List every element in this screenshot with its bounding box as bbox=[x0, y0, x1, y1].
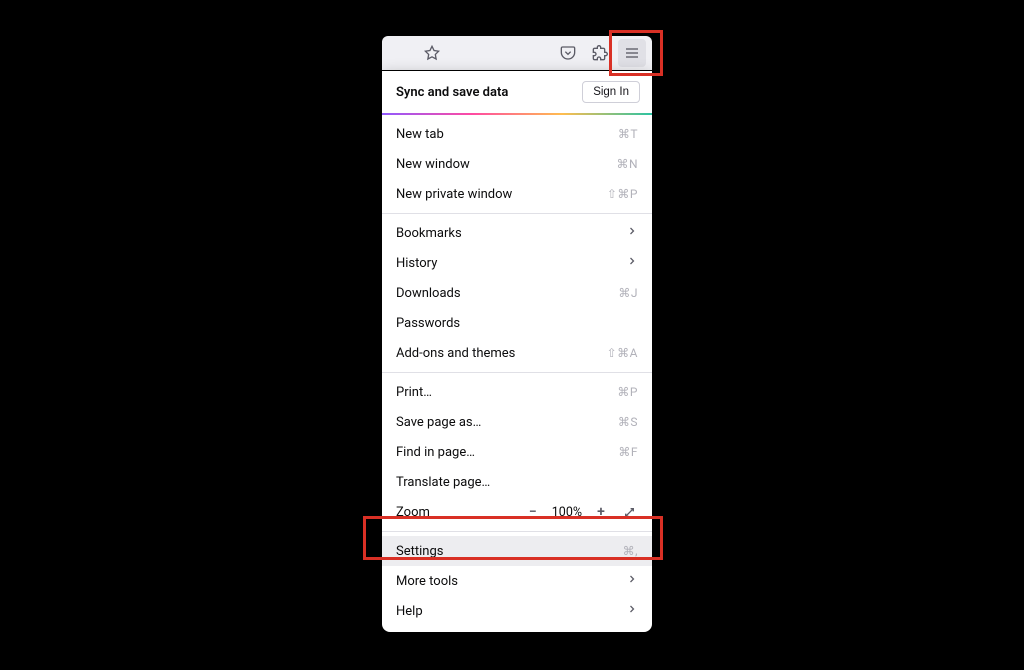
menu-item-label: More tools bbox=[396, 574, 458, 589]
bookmark-star-icon[interactable] bbox=[418, 39, 446, 67]
zoom-controls: − 100% + bbox=[524, 503, 638, 521]
divider bbox=[382, 531, 652, 532]
menu-item-label: New tab bbox=[396, 127, 444, 142]
menu-item-translate[interactable]: Translate page… bbox=[382, 467, 652, 497]
menu-item-label: New private window bbox=[396, 187, 512, 202]
menu-item-new-tab[interactable]: New tab ⌘T bbox=[382, 119, 652, 149]
extensions-icon[interactable] bbox=[586, 39, 614, 67]
shortcut: ⇧⌘P bbox=[607, 187, 638, 201]
menu-item-help[interactable]: Help bbox=[382, 596, 652, 626]
menu-item-find[interactable]: Find in page… ⌘F bbox=[382, 437, 652, 467]
menu-item-label: Translate page… bbox=[396, 475, 490, 490]
chevron-right-icon bbox=[626, 573, 638, 589]
pocket-icon[interactable] bbox=[554, 39, 582, 67]
shortcut: ⌘T bbox=[618, 127, 638, 141]
shortcut: ⌘P bbox=[617, 385, 638, 399]
menu-item-label: Save page as… bbox=[396, 415, 481, 430]
chevron-right-icon bbox=[626, 225, 638, 241]
divider bbox=[382, 372, 652, 373]
menu-item-label: Find in page… bbox=[396, 445, 475, 460]
shortcut: ⌘N bbox=[616, 157, 638, 171]
menu-item-new-window[interactable]: New window ⌘N bbox=[382, 149, 652, 179]
menu-item-label: Print… bbox=[396, 385, 432, 400]
menu-item-history[interactable]: History bbox=[382, 248, 652, 278]
sync-title: Sync and save data bbox=[396, 85, 508, 100]
menu-header: Sync and save data Sign In bbox=[382, 71, 652, 113]
menu-item-settings[interactable]: Settings ⌘, bbox=[382, 536, 652, 566]
menu-item-label: Settings bbox=[396, 544, 443, 559]
shortcut: ⌘S bbox=[618, 415, 638, 429]
chevron-right-icon bbox=[626, 603, 638, 619]
browser-toolbar bbox=[382, 36, 652, 70]
menu-item-label: Passwords bbox=[396, 316, 460, 331]
menu-item-label: History bbox=[396, 256, 437, 271]
zoom-value: 100% bbox=[552, 505, 582, 520]
menu-item-more-tools[interactable]: More tools bbox=[382, 566, 652, 596]
application-menu: Sync and save data Sign In New tab ⌘T Ne… bbox=[382, 71, 652, 632]
menu-item-label: Help bbox=[396, 604, 423, 619]
menu-item-bookmarks[interactable]: Bookmarks bbox=[382, 218, 652, 248]
menu-item-label: Add-ons and themes bbox=[396, 346, 515, 361]
shortcut: ⇧⌘A bbox=[607, 346, 638, 360]
shortcut: ⌘J bbox=[618, 286, 638, 300]
menu-item-label: Downloads bbox=[396, 286, 461, 301]
menu-item-print[interactable]: Print… ⌘P bbox=[382, 377, 652, 407]
menu-item-passwords[interactable]: Passwords bbox=[382, 308, 652, 338]
shortcut: ⌘F bbox=[618, 445, 638, 459]
menu-item-label: Bookmarks bbox=[396, 226, 462, 241]
zoom-in-button[interactable]: + bbox=[592, 503, 610, 521]
fullscreen-icon[interactable] bbox=[620, 503, 638, 521]
menu-item-save-page[interactable]: Save page as… ⌘S bbox=[382, 407, 652, 437]
sign-in-button[interactable]: Sign In bbox=[582, 81, 640, 103]
menu-item-label: Zoom bbox=[396, 505, 430, 520]
menu-item-label: New window bbox=[396, 157, 470, 172]
divider bbox=[382, 213, 652, 214]
gradient-divider bbox=[382, 113, 652, 115]
menu-item-zoom: Zoom − 100% + bbox=[382, 497, 652, 527]
menu-item-addons[interactable]: Add-ons and themes ⇧⌘A bbox=[382, 338, 652, 368]
shortcut: ⌘, bbox=[623, 544, 638, 558]
menu-item-downloads[interactable]: Downloads ⌘J bbox=[382, 278, 652, 308]
chevron-right-icon bbox=[626, 255, 638, 271]
hamburger-menu-icon[interactable] bbox=[618, 39, 646, 67]
menu-item-new-private-window[interactable]: New private window ⇧⌘P bbox=[382, 179, 652, 209]
zoom-out-button[interactable]: − bbox=[524, 503, 542, 521]
